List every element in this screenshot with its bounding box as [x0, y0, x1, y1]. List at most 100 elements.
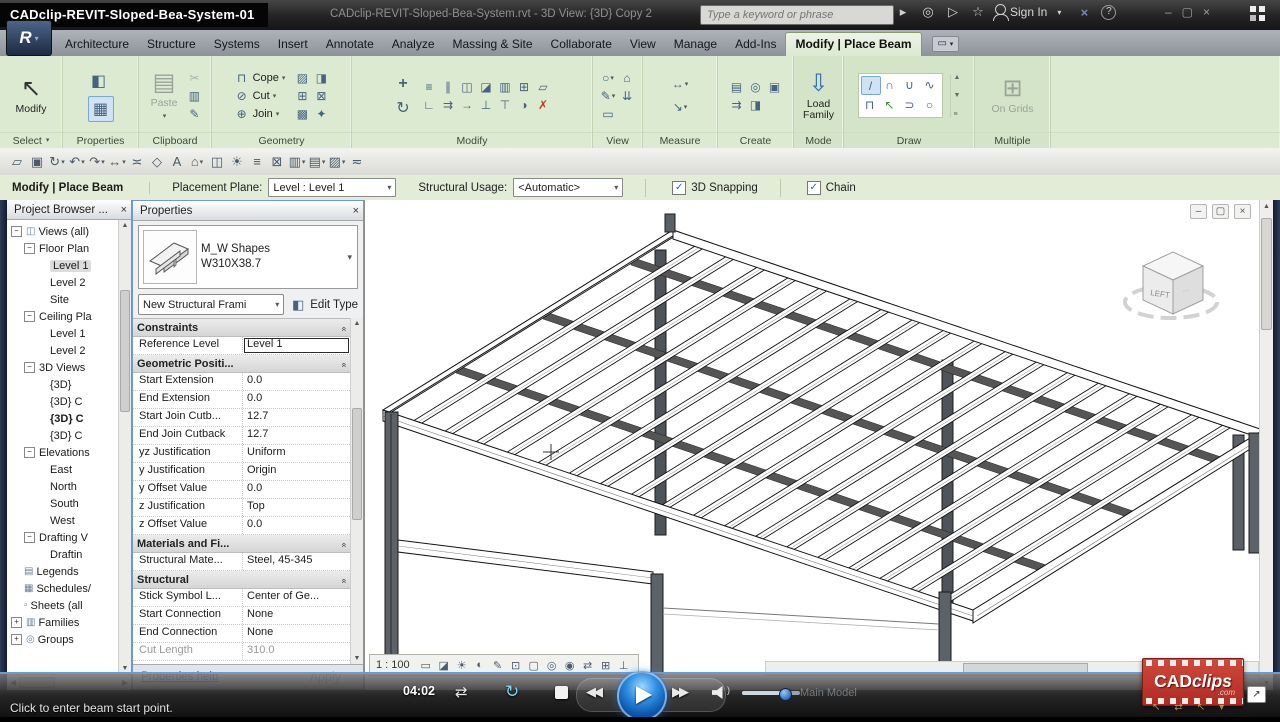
tab-annotate[interactable]: Annotate	[317, 33, 383, 56]
subscription-icon[interactable]: ▷	[945, 4, 961, 20]
slab-edge-icon[interactable]: ▩	[293, 105, 311, 122]
tree-item[interactable]: −3D Views	[7, 359, 131, 376]
on-grids-button[interactable]: ⊞ On Grids	[987, 74, 1037, 117]
draw-panel-scroll[interactable]: ▲ ▼ ≡	[949, 73, 960, 118]
tree-item[interactable]: {3D} C	[7, 410, 131, 427]
repeat-button[interactable]: ↻	[505, 682, 519, 702]
split-element-icon[interactable]: ◑	[515, 96, 533, 113]
offset-small-icon[interactable]: ⊞	[293, 87, 311, 104]
user-interface-icon[interactable]: ▤ ▾	[308, 153, 326, 170]
tree-item[interactable]: ▫ Sheets (all	[7, 597, 131, 614]
tab-structure[interactable]: Structure	[138, 33, 205, 56]
tab-massing-site[interactable]: Massing & Site	[444, 33, 542, 56]
tab-view[interactable]: View	[621, 33, 665, 56]
trim-multiple-icon[interactable]: ⇉	[439, 96, 457, 113]
tab-modify-place-beam[interactable]: Modify | Place Beam	[785, 32, 922, 56]
browser-vscrollbar[interactable]: ▲ ▼	[118, 220, 131, 674]
redo-icon[interactable]: ↷ ▾	[88, 153, 106, 170]
property-section-header[interactable]: Materials and Fi... «	[133, 535, 350, 553]
application-menu-button[interactable]: R ▾	[6, 20, 52, 56]
create-similar-icon[interactable]: ◎	[747, 78, 765, 95]
help-icon[interactable]: ?	[1101, 4, 1117, 20]
wall-opening-icon[interactable]: ▨	[293, 69, 311, 86]
create-group-icon[interactable]: ▤	[728, 78, 746, 95]
tree-item[interactable]: − Ceiling Pla	[7, 308, 131, 325]
viewcube[interactable]: LEFT ···	[1113, 238, 1233, 338]
array-icon[interactable]: ⊞	[515, 78, 533, 95]
hatch-region-icon[interactable]: ▨ ▾	[328, 153, 346, 170]
tree-item[interactable]: + ◎ Groups	[7, 631, 131, 648]
tree-item[interactable]: Site	[7, 291, 131, 308]
tab-collaborate[interactable]: Collaborate	[542, 33, 621, 56]
property-section-header[interactable]: Geometric Positi... «	[133, 355, 350, 373]
measure-icon[interactable]: ↔ ▾	[108, 153, 126, 170]
properties-vscrollbar[interactable]: ▲ ▼	[350, 318, 363, 664]
structural-usage-select[interactable]: <Automatic> ▾	[513, 178, 624, 197]
window-minimize-button[interactable]: –	[1165, 5, 1172, 19]
tree-item[interactable]: West	[7, 512, 131, 529]
family-types-icon[interactable]: ◧	[88, 70, 110, 92]
text-icon[interactable]: A	[168, 153, 186, 170]
filter-combo[interactable]: New Structural Frami ▾	[138, 294, 285, 315]
tree-item[interactable]: Level 2	[7, 274, 131, 291]
beam-opening-icon[interactable]: ◨	[312, 69, 330, 86]
placement-plane-select[interactable]: Level : Level 1 ▾	[268, 178, 397, 197]
view-restore-button[interactable]: ▢	[1212, 204, 1229, 219]
create-parts-icon[interactable]: ◨	[747, 96, 765, 113]
unjoin-icon[interactable]: ⊠	[312, 87, 330, 104]
undo-icon[interactable]: ↶ ▾	[68, 153, 86, 170]
move-icon[interactable]: +	[392, 73, 414, 95]
tree-item[interactable]: − Drafting V	[7, 529, 131, 546]
scale-icon[interactable]: ▱	[534, 78, 552, 95]
sun-settings-icon[interactable]: ☀	[454, 657, 470, 674]
shuffle-button[interactable]: ⇄	[455, 683, 468, 701]
join-button[interactable]: ⊕ Join ▾	[233, 105, 286, 122]
pin-icon[interactable]: ⊥	[477, 96, 495, 113]
tree-item[interactable]: Level 1	[7, 257, 131, 274]
constraints-reveal-icon[interactable]: ⊥	[616, 657, 632, 674]
sun-path-icon[interactable]: ☀	[228, 153, 246, 170]
view-box-icon[interactable]: ▭	[599, 105, 617, 122]
unpin-icon[interactable]: ⊤	[496, 96, 514, 113]
sign-in-button[interactable]: Sign In ▾	[992, 3, 1067, 21]
section-icon[interactable]: ◫	[208, 153, 226, 170]
tree-item[interactable]: − Floor Plan	[7, 240, 131, 257]
collapse-ribbon-icon[interactable]: ≂	[348, 153, 366, 170]
property-section-header[interactable]: Structural «	[133, 571, 350, 589]
stop-button[interactable]	[555, 686, 568, 699]
align-icon[interactable]: ≡	[420, 78, 438, 95]
draw-arc-three-point-icon[interactable]: ∩	[881, 76, 899, 93]
tab-systems[interactable]: Systems	[205, 33, 269, 56]
copy-clipboard-icon[interactable]: ▥	[185, 87, 203, 104]
crop-view-icon[interactable]: ⊡	[508, 657, 524, 674]
tree-item[interactable]: {3D} C	[7, 393, 131, 410]
trim-corner-icon[interactable]: ∟	[420, 96, 438, 113]
switch-windows-icon[interactable]: ▥ ▾	[288, 153, 306, 170]
aligned-dimension-icon[interactable]: ≍	[128, 153, 146, 170]
binoculars-icon[interactable]: ◎	[920, 4, 936, 20]
modify-button[interactable]: ↖ Modify	[12, 74, 51, 117]
property-section-header[interactable]: Constraints «	[133, 319, 350, 337]
close-hidden-windows-icon[interactable]: ⊠	[268, 153, 286, 170]
create-assembly-icon[interactable]: ⇉	[728, 96, 746, 113]
view-underlay-icon[interactable]: ⇊	[618, 87, 636, 104]
play-button[interactable]	[617, 671, 667, 721]
tree-item[interactable]: ▦ Schedules/	[7, 580, 131, 597]
cut-clipboard-icon[interactable]: ✂	[185, 69, 203, 86]
properties-close-icon[interactable]: ×	[353, 205, 359, 217]
view-house-icon[interactable]: ⌂	[618, 69, 636, 86]
tree-item[interactable]: Level 2	[7, 342, 131, 359]
rewind-button[interactable]: ◀◀	[586, 684, 603, 700]
open-icon[interactable]: ▱	[8, 153, 26, 170]
checkbox-chain[interactable]: ✓ Chain	[806, 180, 856, 195]
thin-lines-icon[interactable]: ≡	[248, 153, 266, 170]
load-family-button[interactable]: ⇩ Load Family	[794, 69, 844, 123]
tab-insert[interactable]: Insert	[269, 33, 317, 56]
match-type-icon[interactable]: ✎	[185, 105, 203, 122]
tree-item[interactable]: ▤ Legends	[7, 563, 131, 580]
tab-add-ins[interactable]: Add-Ins	[726, 33, 785, 56]
delete-icon[interactable]: ✗	[534, 96, 552, 113]
draw-spline-icon[interactable]: ∿	[921, 76, 939, 93]
mirror-draw-axis-icon[interactable]: ◪	[477, 78, 495, 95]
view-minimize-button[interactable]: –	[1190, 204, 1207, 219]
